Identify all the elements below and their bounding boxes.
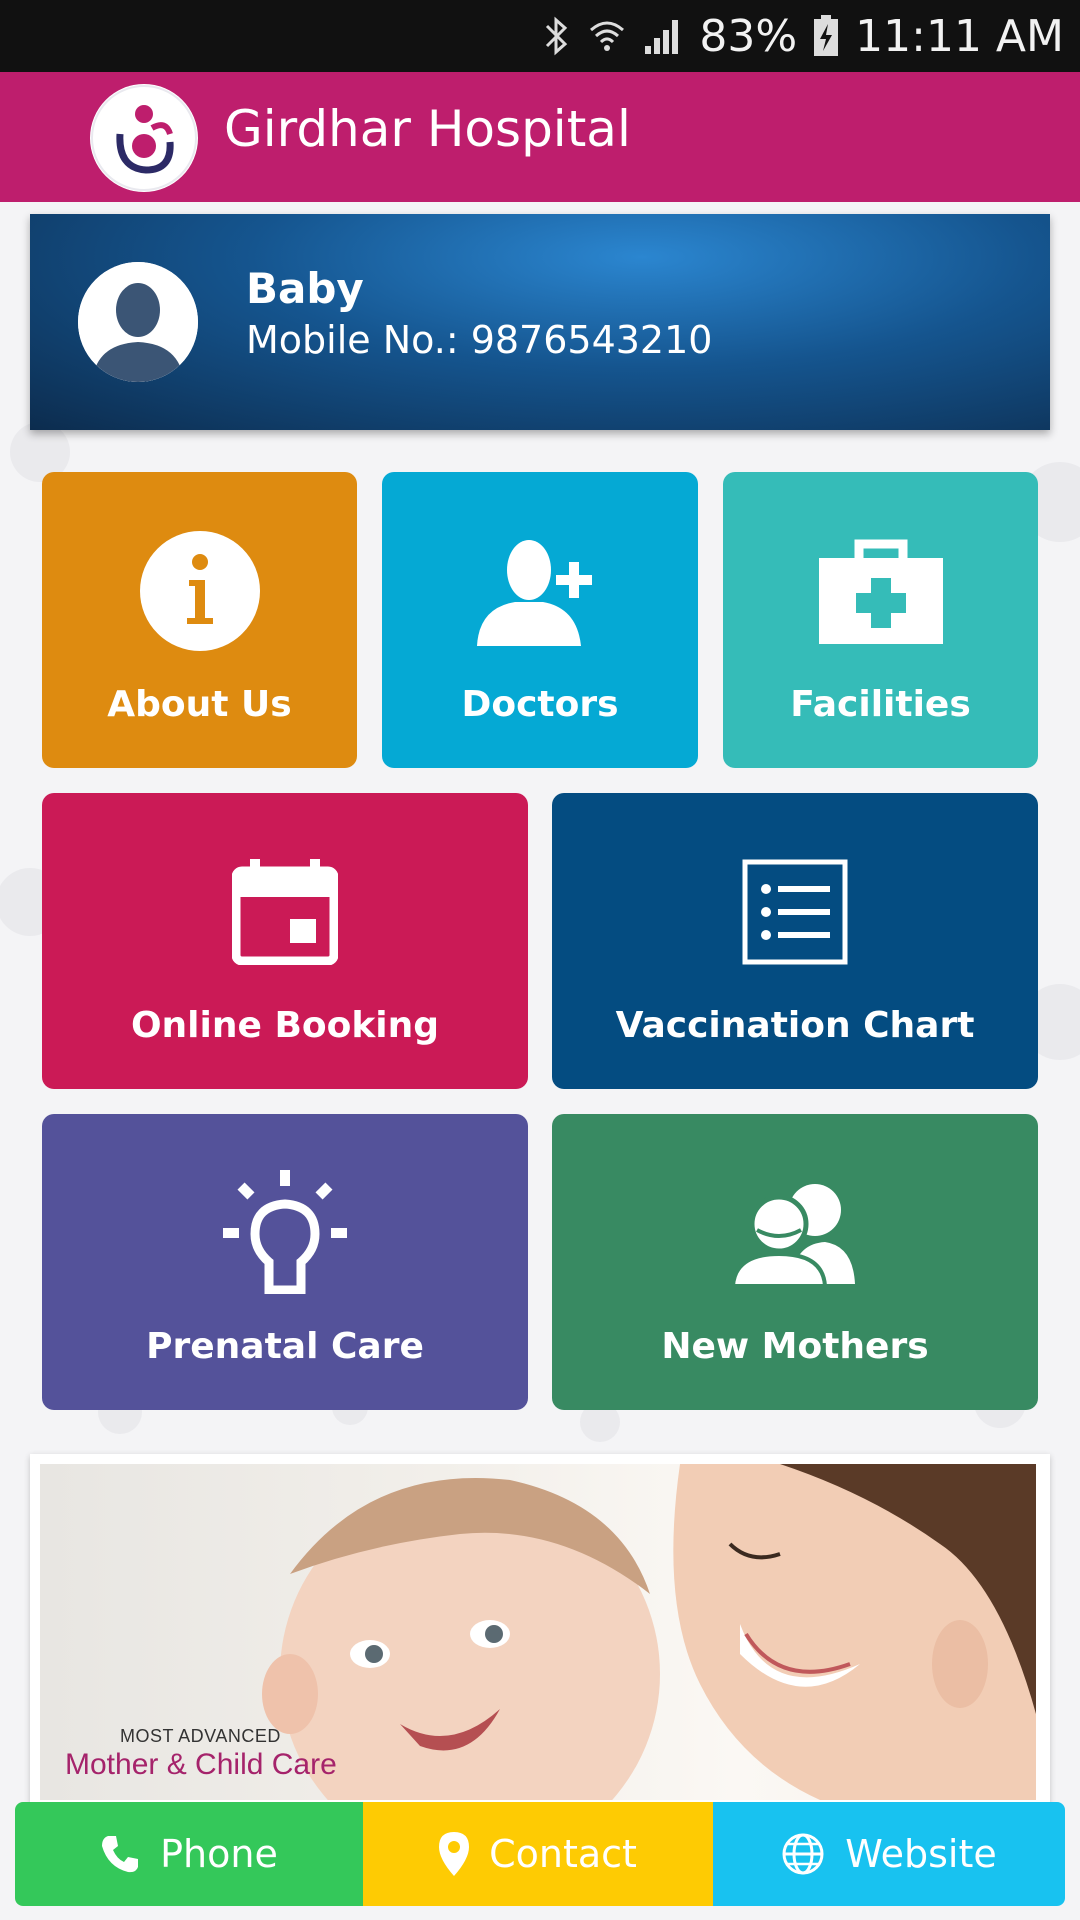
contact-label: Contact <box>489 1832 637 1876</box>
battery-charging-icon <box>814 15 839 56</box>
status-bar: 83% 11:11 AM <box>0 0 1080 72</box>
clock: 11:11 AM <box>855 10 1064 62</box>
lightbulb-icon <box>223 1170 347 1294</box>
signal-icon <box>645 20 679 54</box>
profile-card[interactable]: Baby Mobile No.: 9876543210 <box>30 214 1050 430</box>
tile-doctors[interactable]: Doctors <box>382 472 698 768</box>
website-label: Website <box>845 1832 997 1876</box>
wifi-icon <box>590 21 625 51</box>
profile-mobile: Mobile No.: 9876543210 <box>246 318 713 362</box>
banner-tagline: Mother & Child Care <box>65 1748 337 1781</box>
list-icon <box>742 859 848 965</box>
bluetooth-icon <box>546 16 568 56</box>
website-button[interactable]: Website <box>713 1802 1065 1906</box>
tile-label: Facilities <box>790 684 971 725</box>
tile-label: Prenatal Care <box>146 1326 424 1367</box>
app-title: Girdhar Hospital <box>224 100 631 158</box>
add-doctor-icon <box>477 540 592 646</box>
tile-label: Vaccination Chart <box>615 1005 975 1046</box>
tile-label: New Mothers <box>661 1326 929 1367</box>
hospital-logo <box>90 84 198 192</box>
profile-name: Baby <box>246 264 364 313</box>
users-icon <box>733 1184 855 1286</box>
globe-icon <box>782 1833 824 1875</box>
bottom-action-bar: Phone Contact Website <box>15 1802 1065 1906</box>
promo-banner[interactable]: MOST ADVANCED Mother & Child Care <box>30 1454 1050 1810</box>
banner-tagline-small: MOST ADVANCED <box>120 1726 281 1746</box>
tile-online-booking[interactable]: Online Booking <box>42 793 528 1089</box>
phone-button[interactable]: Phone <box>15 1802 363 1906</box>
avatar <box>78 262 198 382</box>
tile-vaccination-chart[interactable]: Vaccination Chart <box>552 793 1038 1089</box>
tile-new-mothers[interactable]: New Mothers <box>552 1114 1038 1410</box>
contact-button[interactable]: Contact <box>363 1802 713 1906</box>
tile-prenatal-care[interactable]: Prenatal Care <box>42 1114 528 1410</box>
location-pin-icon <box>439 1832 470 1876</box>
tile-label: Doctors <box>461 684 619 725</box>
tile-label: About Us <box>107 684 292 725</box>
first-aid-kit-icon <box>818 539 943 644</box>
battery-percent: 83% <box>699 10 798 62</box>
app-bar: Girdhar Hospital <box>0 72 1080 202</box>
banner-image: MOST ADVANCED Mother & Child Care <box>40 1464 1036 1800</box>
info-icon <box>139 531 260 651</box>
calendar-icon <box>232 859 338 965</box>
phone-label: Phone <box>160 1832 278 1876</box>
tile-facilities[interactable]: Facilities <box>723 472 1038 768</box>
tile-about-us[interactable]: About Us <box>42 472 357 768</box>
phone-icon <box>102 1836 139 1873</box>
tile-label: Online Booking <box>130 1005 440 1046</box>
